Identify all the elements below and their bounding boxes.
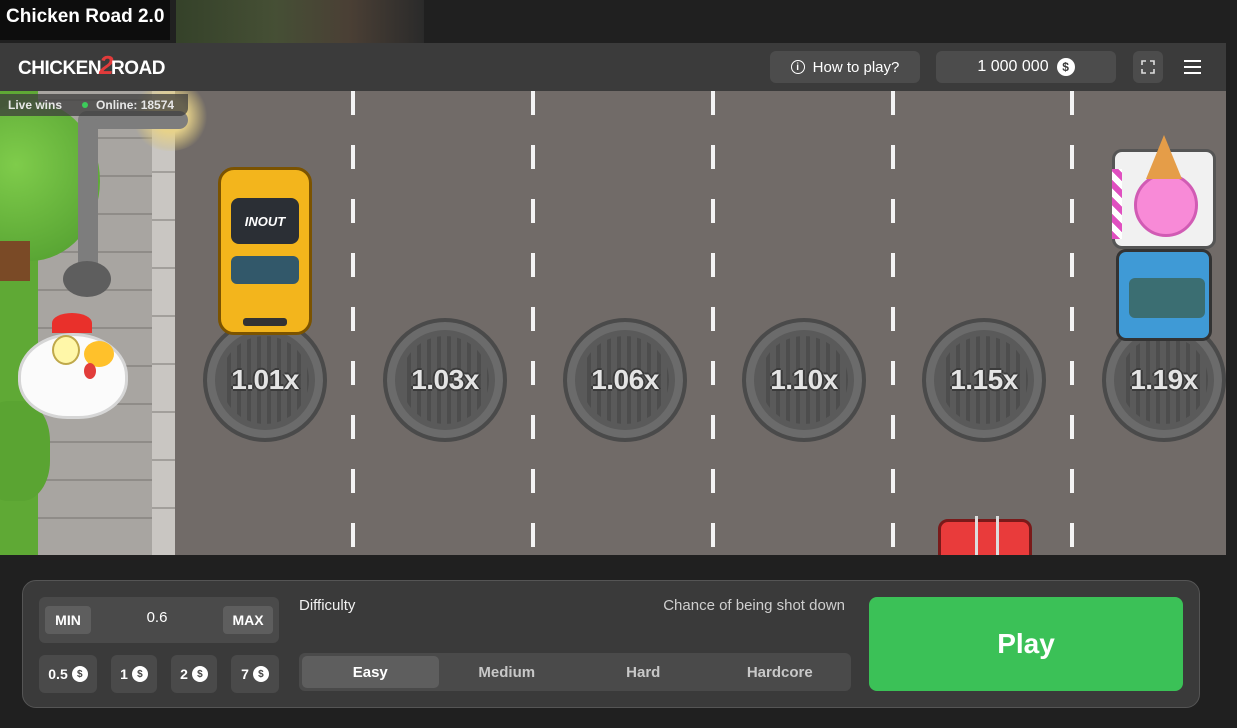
multiplier-label: 1.15x [950, 364, 1018, 395]
truck-windshield [1129, 278, 1205, 318]
curb [152, 91, 175, 555]
how-to-play-label: How to play? [812, 58, 900, 76]
coin-icon: $ [1056, 58, 1075, 76]
tree-trunk [0, 241, 30, 281]
fire-truck [938, 516, 1032, 555]
live-wins-bar[interactable]: Live wins Online: 18574 [0, 94, 188, 116]
coin-icon: $ [131, 666, 148, 682]
coin-icon: $ [252, 666, 269, 682]
ice-cream-scoop [1134, 173, 1198, 237]
ice-cream-truck [1112, 135, 1216, 341]
coin-icon: $ [191, 666, 208, 682]
chicken-wattle [84, 363, 96, 379]
lane-divider [711, 91, 715, 555]
window-thumbnail [176, 0, 424, 43]
max-bet-button[interactable]: MAX [223, 606, 273, 634]
street-lamp-base [63, 261, 111, 297]
balance-display: 1 000 000 $ [936, 51, 1116, 83]
taxi-grill [243, 318, 287, 326]
logo-text-chicken: CHICKEN [18, 58, 102, 79]
game-header: CHICKEN 2 ROAD i How to play? 1 000 000 … [0, 43, 1226, 91]
multiplier-label: 1.01x [231, 364, 299, 395]
play-button[interactable]: Play [869, 597, 1183, 691]
online-count: Online: 18574 [96, 98, 175, 112]
hamburger-icon-line [1183, 66, 1201, 68]
bet-chip-button[interactable]: 1 $ [111, 655, 157, 693]
game-logo: CHICKEN 2 ROAD [18, 50, 165, 82]
manhole-multiplier[interactable]: 1.15x [922, 318, 1046, 442]
bet-panel: MIN 0.6 MAX 0.5 $ 1 $ 2 $ 7 $ Difficulty… [22, 580, 1200, 708]
lane-divider [891, 91, 895, 555]
chip-value: 0.5 [48, 666, 68, 682]
hamburger-icon-line [1183, 72, 1201, 74]
game-board: 1.01x 1.03x 1.06x 1.10x 1.15x 1.19x INOU… [0, 91, 1226, 555]
bet-amount-box: MIN 0.6 MAX [39, 597, 279, 643]
multiplier-label: 1.03x [411, 364, 479, 395]
coin-icon: $ [71, 666, 88, 682]
taxi-sign: INOUT [244, 214, 286, 229]
difficulty-tab-medium[interactable]: Medium [439, 656, 576, 688]
bet-amount-input[interactable]: 0.6 [99, 609, 215, 626]
street-lamp-pole [78, 119, 98, 269]
fullscreen-icon [1141, 60, 1155, 74]
fire-truck-ladder [975, 516, 999, 555]
chicken-player [18, 313, 132, 429]
chip-value: 2 [180, 666, 188, 682]
bet-chip-button[interactable]: 0.5 $ [39, 655, 97, 693]
chicken-eye [52, 335, 80, 365]
chip-value: 1 [120, 666, 128, 682]
manhole-multiplier[interactable]: 1.10x [742, 318, 866, 442]
how-to-play-button[interactable]: i How to play? [770, 51, 920, 83]
difficulty-label: Difficulty [299, 597, 356, 614]
logo-text-road: ROAD [111, 58, 165, 79]
lane-divider [531, 91, 535, 555]
lane-divider [351, 91, 355, 555]
online-status-icon [82, 102, 89, 108]
chicken-comb [52, 313, 92, 333]
info-icon: i [790, 60, 805, 74]
difficulty-tab-hardcore[interactable]: Hardcore [712, 656, 849, 688]
manhole-multiplier[interactable]: 1.01x [203, 318, 327, 442]
chance-label: Chance of being shot down [663, 597, 845, 614]
min-bet-button[interactable]: MIN [45, 606, 91, 634]
live-wins-label: Live wins [8, 98, 63, 112]
bet-chip-button[interactable]: 7 $ [231, 655, 279, 693]
fullscreen-button[interactable] [1133, 51, 1163, 83]
lane-divider [1070, 91, 1074, 555]
app-root: { "window": { "title": "Chicken Road 2.0… [0, 0, 1237, 728]
truck-stripe [1112, 169, 1122, 239]
taxi-car: INOUT [218, 167, 312, 335]
bet-chip-button[interactable]: 2 $ [171, 655, 217, 693]
truck-cab [1116, 249, 1212, 341]
hamburger-icon-line [1183, 60, 1201, 62]
multiplier-label: 1.19x [1130, 364, 1198, 395]
taxi-rear-window [231, 256, 299, 284]
window-title: Chicken Road 2.0 [0, 0, 171, 40]
difficulty-tab-hard[interactable]: Hard [575, 656, 712, 688]
manhole-multiplier[interactable]: 1.06x [563, 318, 687, 442]
difficulty-tab-easy[interactable]: Easy [302, 656, 439, 688]
multiplier-label: 1.10x [770, 364, 838, 395]
difficulty-selector: Easy Medium Hard Hardcore [299, 653, 851, 691]
chip-value: 7 [241, 666, 249, 682]
menu-button[interactable] [1176, 51, 1208, 83]
manhole-multiplier[interactable]: 1.03x [383, 318, 507, 442]
multiplier-label: 1.06x [591, 364, 659, 395]
balance-value: 1 000 000 [977, 58, 1049, 75]
